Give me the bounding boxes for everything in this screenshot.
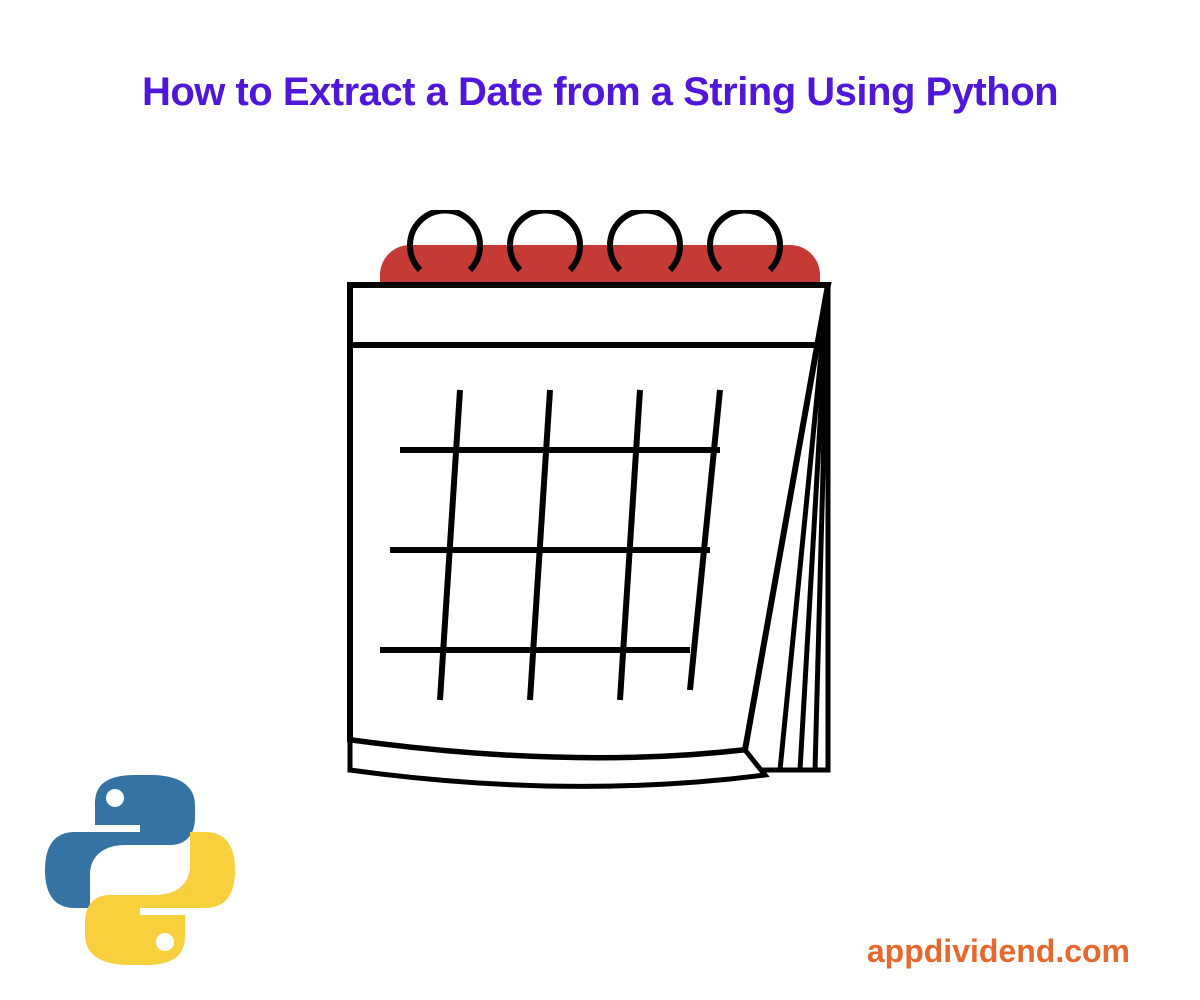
calendar-icon	[290, 210, 890, 800]
page-title: How to Extract a Date from a String Usin…	[40, 70, 1160, 115]
site-name: appdividend.com	[867, 933, 1130, 970]
python-logo-icon	[40, 770, 240, 970]
